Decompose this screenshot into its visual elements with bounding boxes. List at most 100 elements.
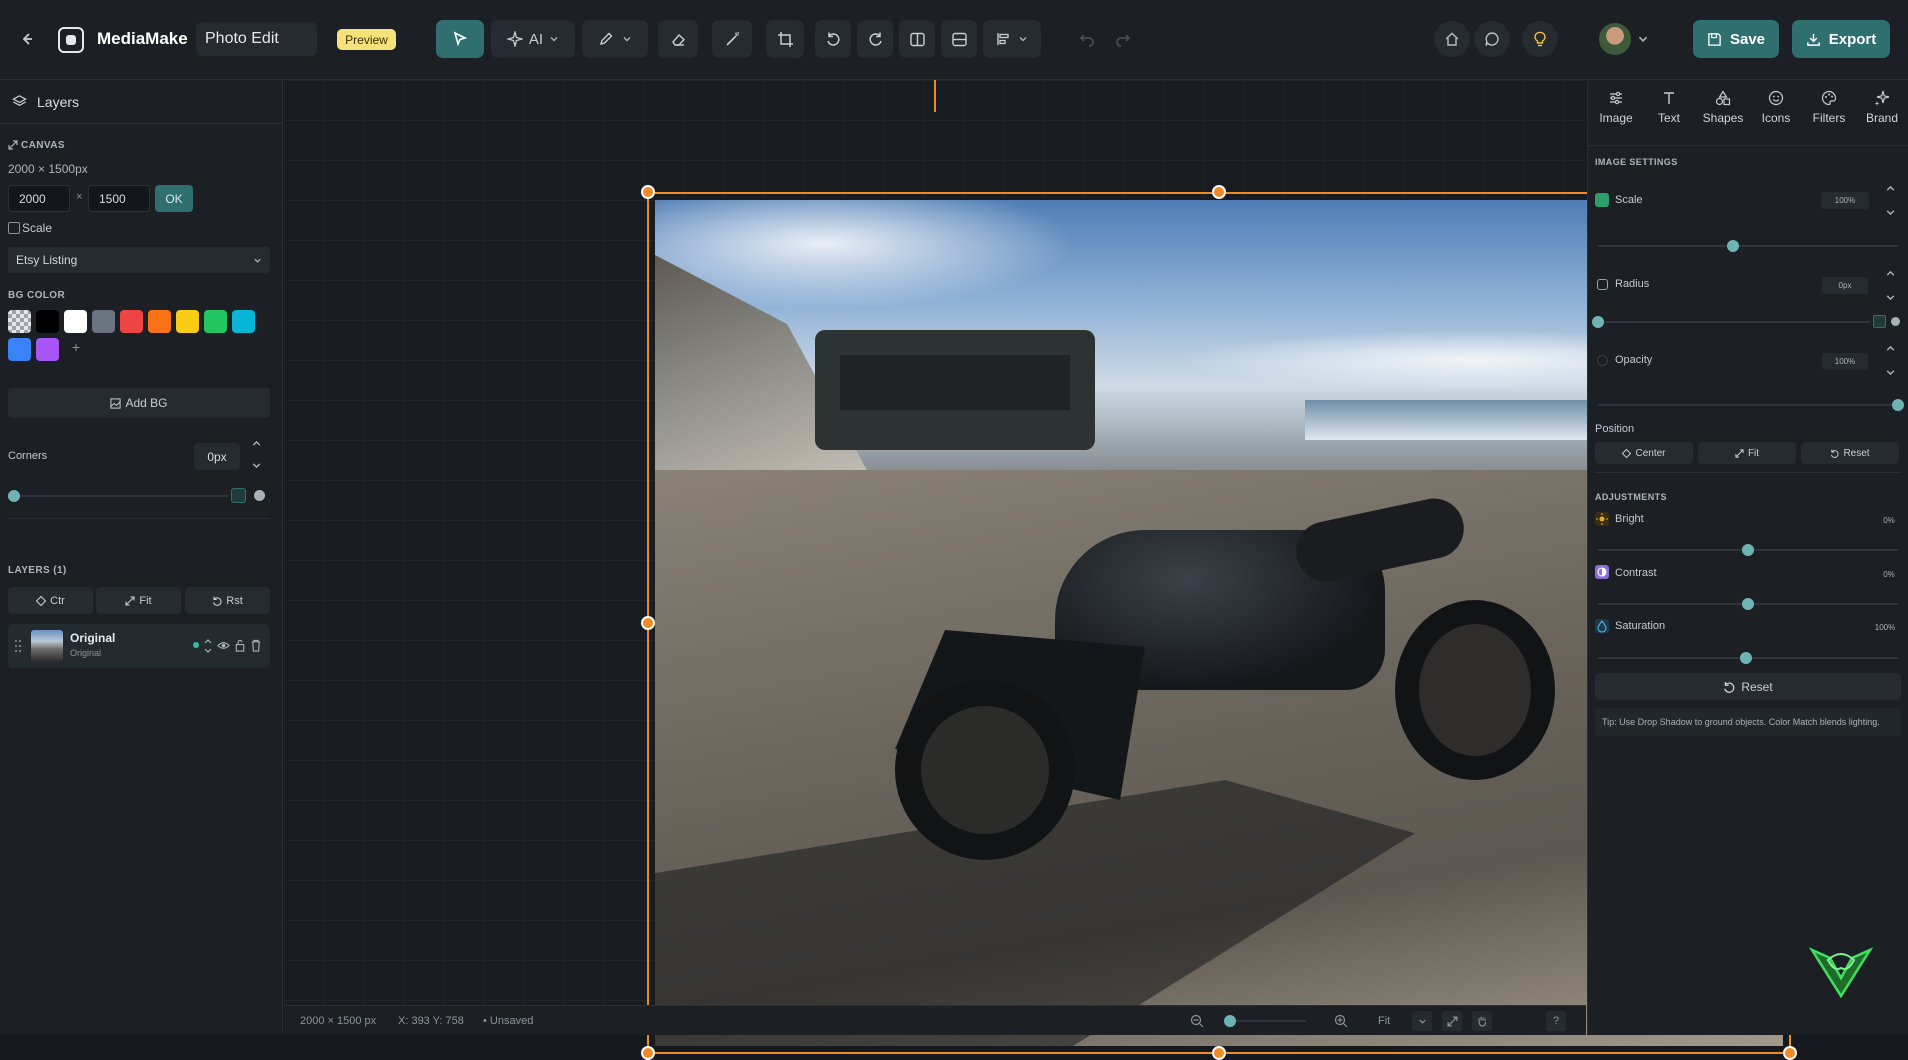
resize-handle-top[interactable]	[1212, 185, 1226, 199]
flip-button[interactable]	[899, 20, 935, 58]
magic-wand-button[interactable]	[712, 20, 752, 58]
center-layer-button[interactable]: Ctr	[8, 587, 93, 614]
pan-tool-button[interactable]	[1472, 1011, 1492, 1031]
add-bg-button[interactable]: Add BG	[8, 388, 270, 418]
round-corner-toggle[interactable]	[254, 490, 265, 501]
reorder-icon[interactable]	[204, 637, 212, 655]
contrast-value[interactable]: 0%	[1877, 566, 1901, 583]
tab-icons[interactable]: Icons	[1750, 90, 1802, 138]
bg-color-swatch[interactable]	[232, 310, 255, 333]
transparent-swatch[interactable]	[8, 310, 31, 333]
add-color-button[interactable]: +	[68, 339, 84, 359]
rotate-right-button[interactable]	[857, 20, 893, 58]
select-tool-button[interactable]	[436, 20, 484, 58]
tab-filters[interactable]: Filters	[1803, 90, 1855, 138]
radius-round-toggle[interactable]	[1891, 317, 1900, 326]
position-reset-button[interactable]: Reset	[1801, 442, 1899, 464]
zoom-mode-label[interactable]: Fit	[1378, 1015, 1390, 1027]
corners-increment-button[interactable]	[244, 433, 268, 453]
scale-increment-button[interactable]	[1878, 178, 1902, 198]
corners-input[interactable]: 0px	[194, 443, 240, 470]
radius-increment-button[interactable]	[1878, 263, 1902, 283]
resize-handle-bottom-left[interactable]	[641, 1046, 655, 1060]
square-corner-toggle[interactable]	[231, 488, 246, 503]
contrast-slider-thumb[interactable]	[1742, 598, 1754, 610]
fit-layer-button[interactable]: Fit	[96, 587, 181, 614]
apply-size-button[interactable]: OK	[155, 185, 193, 212]
bg-color-swatch[interactable]	[92, 310, 115, 333]
scale-slider-track[interactable]	[1598, 245, 1898, 247]
export-button[interactable]: Export	[1792, 20, 1890, 58]
canvas-width-input[interactable]: 2000	[8, 185, 70, 212]
crop-tool-button[interactable]	[766, 20, 804, 58]
eye-icon[interactable]	[217, 639, 230, 652]
draw-tool-button[interactable]	[582, 20, 648, 58]
bg-color-swatch[interactable]	[64, 310, 87, 333]
canvas-workspace[interactable]	[284, 80, 1797, 1060]
redo-button[interactable]	[1104, 20, 1142, 58]
saturation-slider-thumb[interactable]	[1739, 652, 1752, 664]
scale-checkbox[interactable]	[8, 222, 20, 234]
radius-value[interactable]: 0px	[1822, 277, 1868, 294]
bg-color-swatch[interactable]	[176, 310, 199, 333]
tips-button[interactable]	[1522, 21, 1558, 57]
fullscreen-button[interactable]	[1442, 1011, 1462, 1031]
align-tool-button[interactable]	[983, 20, 1041, 58]
canvas-height-input[interactable]: 1500	[88, 185, 150, 212]
radius-enabled-toggle[interactable]	[1597, 279, 1608, 290]
bright-value[interactable]: 0%	[1877, 512, 1901, 529]
position-center-button[interactable]: Center	[1595, 442, 1693, 464]
help-button[interactable]: ?	[1546, 1011, 1566, 1031]
radius-slider-thumb[interactable]	[1592, 316, 1604, 328]
canvas-preset-select[interactable]: Etsy Listing	[8, 247, 270, 273]
reset-layer-button[interactable]: Rst	[185, 587, 270, 614]
scale-decrement-button[interactable]	[1878, 202, 1902, 222]
scale-value[interactable]: 100%	[1821, 192, 1869, 209]
bg-color-swatch[interactable]	[36, 338, 59, 361]
lock-icon[interactable]	[234, 639, 246, 652]
tab-image[interactable]: Image	[1590, 90, 1642, 138]
chat-button[interactable]	[1474, 21, 1510, 57]
bright-slider-thumb[interactable]	[1742, 544, 1754, 556]
home-button[interactable]	[1434, 21, 1470, 57]
chevron-down-icon[interactable]	[1637, 33, 1649, 45]
scale-enabled-toggle[interactable]	[1595, 193, 1609, 207]
saturation-value[interactable]: 100%	[1869, 619, 1901, 636]
scale-slider-thumb[interactable]	[1727, 240, 1739, 252]
drag-handle-icon[interactable]	[14, 639, 22, 653]
bg-color-swatch[interactable]	[120, 310, 143, 333]
position-fit-button[interactable]: Fit	[1698, 442, 1796, 464]
resize-handle-bottom[interactable]	[1212, 1046, 1226, 1060]
corners-decrement-button[interactable]	[244, 455, 268, 475]
radius-decrement-button[interactable]	[1878, 287, 1902, 307]
rotate-left-button[interactable]	[815, 20, 851, 58]
opacity-enabled-toggle[interactable]	[1597, 355, 1608, 366]
document-title-input[interactable]: Photo Edit	[196, 22, 317, 56]
corners-slider-thumb[interactable]	[8, 490, 20, 502]
resize-handle-top-left[interactable]	[641, 185, 655, 199]
opacity-value[interactable]: 100%	[1822, 353, 1868, 370]
user-avatar[interactable]	[1599, 23, 1631, 55]
bg-color-swatch[interactable]	[148, 310, 171, 333]
tab-brand[interactable]: Brand	[1856, 90, 1908, 138]
layout-button[interactable]	[941, 20, 977, 58]
radius-square-toggle[interactable]	[1873, 315, 1886, 328]
zoom-slider-thumb[interactable]	[1224, 1015, 1236, 1027]
reset-adjustments-button[interactable]: Reset	[1595, 673, 1901, 700]
radius-slider-track[interactable]	[1598, 321, 1870, 323]
resize-handle-bottom-right[interactable]	[1783, 1046, 1797, 1060]
resize-handle-left[interactable]	[641, 616, 655, 630]
bg-color-swatch[interactable]	[8, 338, 31, 361]
zoom-options-button[interactable]	[1412, 1011, 1432, 1031]
opacity-decrement-button[interactable]	[1878, 362, 1902, 382]
zoom-in-icon[interactable]	[1334, 1014, 1348, 1028]
layer-row-original[interactable]: Original Original	[8, 624, 270, 668]
opacity-slider-thumb[interactable]	[1892, 399, 1904, 411]
zoom-out-icon[interactable]	[1190, 1014, 1204, 1028]
corners-slider-track[interactable]	[13, 495, 228, 497]
tab-text[interactable]: Text	[1643, 90, 1695, 138]
preview-badge[interactable]: Preview	[337, 29, 396, 50]
save-button[interactable]: Save	[1693, 20, 1779, 58]
undo-button[interactable]	[1068, 20, 1106, 58]
bg-color-swatch[interactable]	[36, 310, 59, 333]
